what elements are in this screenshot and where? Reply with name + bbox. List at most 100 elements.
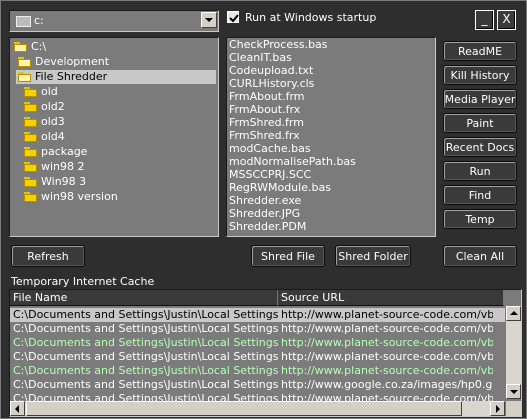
shred-folder-button[interactable]: Shred Folder xyxy=(335,245,411,267)
cache-label: Temporary Internet Cache xyxy=(11,275,155,288)
file-list[interactable]: CheckProcess.bas CleanIT.bas Codeupload.tx… xyxy=(226,37,436,237)
folder-item[interactable]: Development xyxy=(16,55,216,69)
vertical-scrollbar[interactable] xyxy=(506,306,521,399)
startup-checkbox[interactable] xyxy=(227,11,239,23)
side-button-media-player[interactable]: Media Player xyxy=(443,89,517,109)
folder-item[interactable]: old xyxy=(22,85,216,99)
app-window: c: Run at Windows startup _ X C:\ Develop… xyxy=(0,0,527,419)
table-row[interactable]: C:\Documents and Settings\Justin\Local S… xyxy=(10,308,505,322)
side-button-find[interactable]: Find xyxy=(443,185,517,205)
file-item[interactable]: FrmAbout.frm xyxy=(227,90,435,103)
file-item[interactable]: modCache.bas xyxy=(227,142,435,155)
table-row[interactable]: C:\Documents and Settings\Justin\Local S… xyxy=(10,322,505,336)
cell-file-name: C:\Documents and Settings\Justin\Local S… xyxy=(13,336,278,349)
folder-label: win98 version xyxy=(41,190,118,203)
column-header-file-name[interactable]: File Name xyxy=(10,290,278,306)
folder-icon xyxy=(24,162,37,172)
folder-label: C:\ xyxy=(31,40,47,53)
table-row[interactable]: C:\Documents and Settings\Justin\Local S… xyxy=(10,378,505,392)
folder-icon xyxy=(24,117,37,127)
folder-item[interactable]: File Shredder xyxy=(16,70,216,84)
file-item[interactable]: CheckProcess.bas xyxy=(227,38,435,51)
folder-label: old4 xyxy=(41,130,65,143)
file-item[interactable]: Shredder.JPG xyxy=(227,207,435,220)
folder-label: Development xyxy=(35,55,110,68)
cell-file-name: C:\Documents and Settings\Justin\Local S… xyxy=(13,350,278,363)
folder-icon xyxy=(24,102,37,112)
folder-icon xyxy=(24,192,37,202)
table-row[interactable]: C:\Documents and Settings\Justin\Local S… xyxy=(10,336,505,350)
clean-all-button[interactable]: Clean All xyxy=(443,245,517,267)
scroll-up-icon[interactable] xyxy=(506,306,521,321)
folder-label: Win98 3 xyxy=(41,175,87,188)
column-header-source-url[interactable]: Source URL xyxy=(278,290,504,306)
file-item[interactable]: FrmShred.frx xyxy=(227,129,435,142)
folder-icon xyxy=(24,132,37,142)
side-button-kill-history[interactable]: Kill History xyxy=(443,65,517,85)
minimize-button[interactable]: _ xyxy=(475,10,494,30)
scroll-right-icon[interactable] xyxy=(490,401,505,416)
folder-icon xyxy=(24,147,37,157)
cell-source-url: http://www.planet-source-code.com/vb/ima… xyxy=(281,322,493,335)
drive-value: c: xyxy=(34,14,44,27)
cell-source-url: http://www.planet-source-code.com/vb/scr… xyxy=(281,308,493,321)
cell-file-name: C:\Documents and Settings\Justin\Local S… xyxy=(13,364,278,377)
folder-open-icon xyxy=(14,42,27,52)
folder-label: old xyxy=(41,85,58,98)
folder-label: package xyxy=(41,145,88,158)
file-item[interactable]: Shredder.PDM xyxy=(227,220,435,233)
scroll-down-icon[interactable] xyxy=(506,384,521,399)
cell-file-name: C:\Documents and Settings\Justin\Local S… xyxy=(13,322,278,335)
shred-file-button[interactable]: Shred File xyxy=(251,245,325,267)
file-item[interactable]: modNormalisePath.bas xyxy=(227,155,435,168)
folder-item[interactable]: C:\ xyxy=(12,40,216,54)
folder-label: File Shredder xyxy=(35,70,108,83)
folder-item[interactable]: win98 version xyxy=(22,190,216,204)
file-item[interactable]: Codeupload.txt xyxy=(227,64,435,77)
folder-label: win98 2 xyxy=(41,160,85,173)
side-button-run[interactable]: Run xyxy=(443,161,517,181)
folder-item[interactable]: package xyxy=(22,145,216,159)
file-item[interactable]: CURLHistory.cls xyxy=(227,77,435,90)
file-item[interactable]: RegRWModule.bas xyxy=(227,181,435,194)
horizontal-scroll-thumb[interactable] xyxy=(26,401,462,416)
cell-file-name: C:\Documents and Settings\Justin\Local S… xyxy=(13,308,278,321)
file-item[interactable]: CleanIT.bas xyxy=(227,51,435,64)
close-button[interactable]: X xyxy=(497,10,516,30)
side-button-readme[interactable]: ReadME xyxy=(443,41,517,61)
cell-source-url: http://www.planet-source-code.com/vb/ima… xyxy=(281,364,493,377)
folder-item[interactable]: old4 xyxy=(22,130,216,144)
file-item[interactable]: Shredder.exe xyxy=(227,194,435,207)
file-item[interactable]: MSSCCPRJ.SCC xyxy=(227,168,435,181)
folder-icon xyxy=(24,87,37,97)
horizontal-scrollbar[interactable] xyxy=(10,401,505,416)
folder-item[interactable]: Win98 3 xyxy=(22,175,216,189)
folder-icon xyxy=(24,177,37,187)
chevron-down-icon[interactable] xyxy=(201,12,217,28)
folder-item[interactable]: old3 xyxy=(22,115,216,129)
folder-item[interactable]: old2 xyxy=(22,100,216,114)
file-item[interactable]: FrmAbout.frx xyxy=(227,103,435,116)
table-row[interactable]: C:\Documents and Settings\Justin\Local S… xyxy=(10,364,505,378)
cell-source-url: http://www.planet-source-code.com/vb/scr… xyxy=(281,350,493,363)
side-button-temp[interactable]: Temp xyxy=(443,209,517,229)
scroll-corner xyxy=(506,401,521,416)
startup-label: Run at Windows startup xyxy=(245,11,377,24)
scroll-left-icon[interactable] xyxy=(10,401,25,416)
folder-label: old2 xyxy=(41,100,65,113)
file-item[interactable]: FrmShred.frm xyxy=(227,116,435,129)
folder-label: old3 xyxy=(41,115,65,128)
folder-open-icon xyxy=(18,72,31,82)
folder-list[interactable]: C:\ Development File Shredder old old2 old3 ol… xyxy=(9,37,219,237)
side-button-paint[interactable]: Paint xyxy=(443,113,517,133)
cell-file-name: C:\Documents and Settings\Justin\Local S… xyxy=(13,378,278,391)
refresh-button[interactable]: Refresh xyxy=(11,245,85,267)
folder-item[interactable]: win98 2 xyxy=(22,160,216,174)
drive-icon xyxy=(16,16,31,27)
side-button-recent-docs[interactable]: Recent Docs xyxy=(443,137,517,157)
drive-select[interactable]: c: xyxy=(9,10,219,32)
cell-source-url: http://www.planet-source-code.com/vb/ima… xyxy=(281,336,493,349)
table-row[interactable]: C:\Documents and Settings\Justin\Local S… xyxy=(10,350,505,364)
cell-source-url: http://www.google.co.za/images/hp0.gif xyxy=(281,378,493,391)
cache-grid[interactable]: File Name Source URL C:\Documents and Se… xyxy=(9,289,522,417)
